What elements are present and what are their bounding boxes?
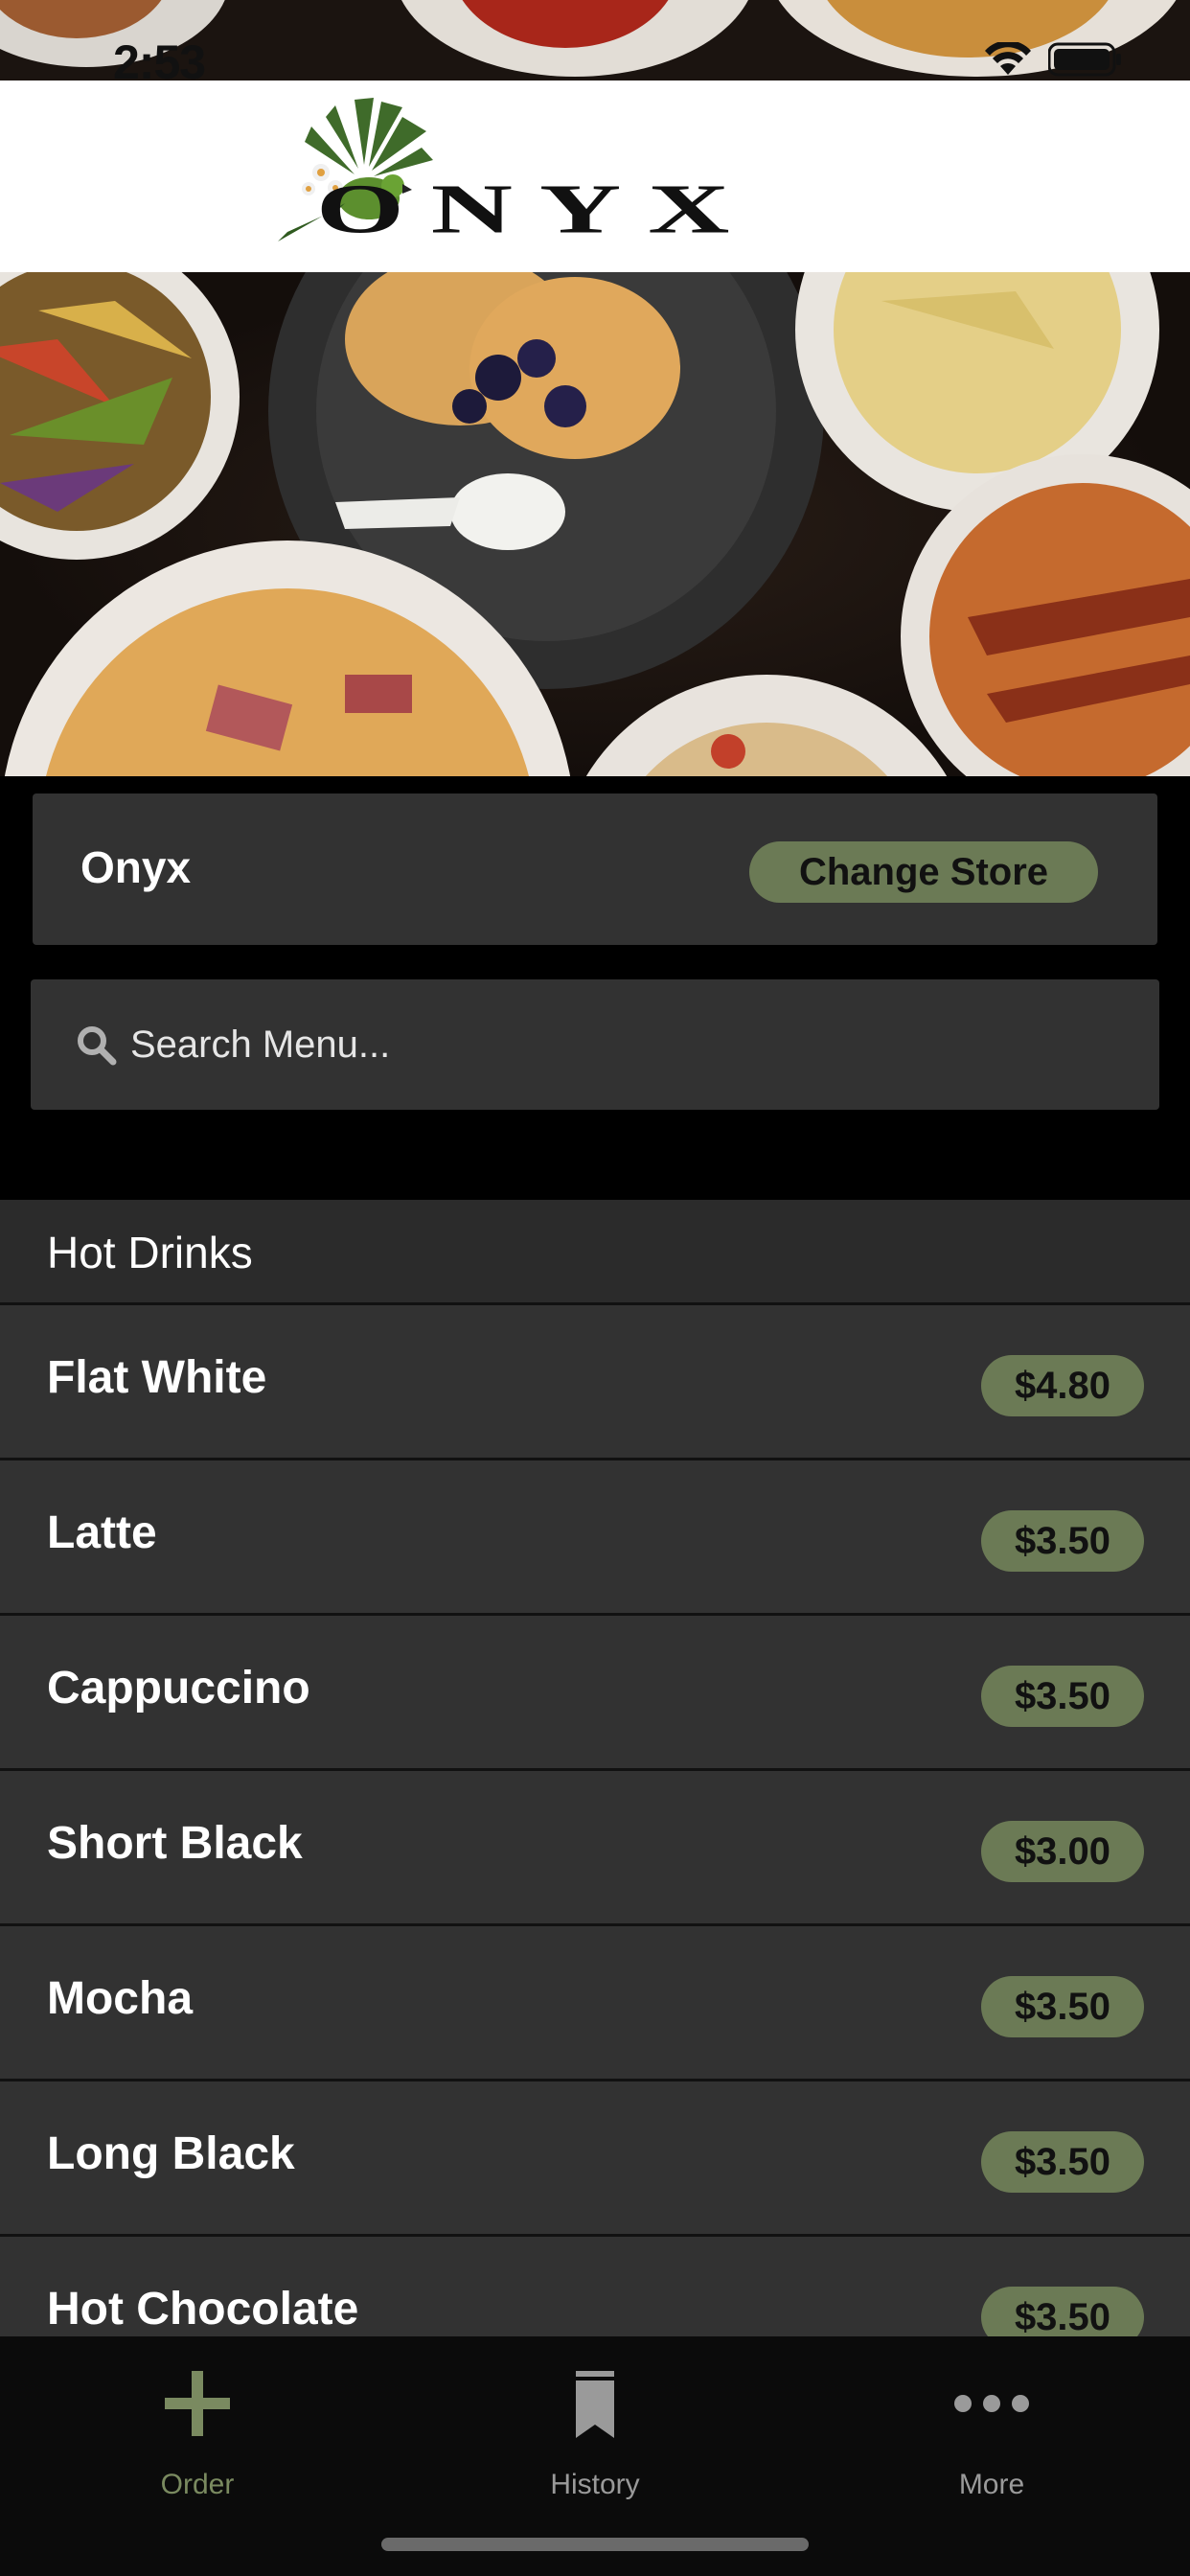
battery-icon (1048, 42, 1121, 77)
menu-list: Flat White $4.80 Latte $3.50 Cappuccino … (0, 1305, 1190, 2336)
menu-item-name: Latte (47, 1507, 157, 1558)
price-badge: $3.50 (981, 1510, 1144, 1572)
store-name: Onyx (80, 842, 192, 892)
status-icons (985, 42, 1123, 77)
more-dots-icon (954, 2395, 1029, 2412)
plus-icon (165, 2371, 230, 2436)
price-badge: $3.50 (981, 1666, 1144, 1727)
price-badge: $4.80 (981, 1355, 1144, 1416)
menu-item-flat-white[interactable]: Flat White $4.80 (0, 1305, 1190, 1460)
bookmark-icon (576, 2371, 614, 2438)
tab-label-history: History (550, 2469, 640, 2500)
change-store-button[interactable]: Change Store (749, 841, 1098, 903)
search-icon (78, 1026, 117, 1066)
menu-item-name: Mocha (47, 1973, 194, 2024)
price-badge: $3.50 (981, 1976, 1144, 2037)
section-title: Hot Drinks (47, 1228, 253, 1277)
store-card: Onyx Change Store (33, 794, 1157, 945)
search-box[interactable] (31, 979, 1159, 1110)
wifi-icon (985, 42, 1031, 75)
search-input[interactable] (130, 1008, 1127, 1081)
menu-item-short-black[interactable]: Short Black $3.00 (0, 1771, 1190, 1926)
menu-item-name: Short Black (47, 1818, 303, 1869)
price-badge: $3.50 (981, 2131, 1144, 2193)
menu-item-cappuccino[interactable]: Cappuccino $3.50 (0, 1616, 1190, 1771)
section-header: Hot Drinks (0, 1200, 1190, 1305)
logo-wordmark: ONYX (316, 170, 757, 248)
tab-history[interactable]: History (451, 2356, 739, 2509)
price-badge: $3.00 (981, 1821, 1144, 1882)
home-indicator (381, 2538, 809, 2551)
menu-item-latte[interactable]: Latte $3.50 (0, 1460, 1190, 1616)
tab-more[interactable]: More (848, 2356, 1135, 2509)
menu-item-long-black[interactable]: Long Black $3.50 (0, 2082, 1190, 2237)
menu-item-hot-chocolate[interactable]: Hot Chocolate $3.50 (0, 2237, 1190, 2336)
menu-item-name: Flat White (47, 1352, 267, 1403)
price-badge: $3.50 (981, 2287, 1144, 2336)
header-logo-band: ONYX (0, 80, 1190, 272)
tab-label-order: Order (160, 2469, 235, 2500)
menu-item-name: Long Black (47, 2128, 295, 2179)
menu-item-mocha[interactable]: Mocha $3.50 (0, 1926, 1190, 2082)
status-bar: 2:53 (0, 0, 1190, 89)
tab-label-more: More (958, 2469, 1025, 2500)
menu-item-name: Cappuccino (47, 1663, 310, 1714)
tab-bar: Order History More (0, 2336, 1190, 2576)
menu-item-name: Hot Chocolate (47, 2284, 359, 2334)
hero-food-image (0, 272, 1190, 776)
food-photo (0, 272, 1190, 776)
tab-order[interactable]: Order (54, 2356, 341, 2509)
